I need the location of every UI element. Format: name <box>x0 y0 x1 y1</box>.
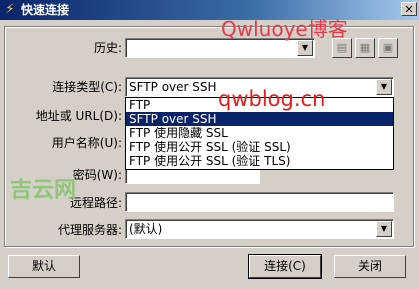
remote-path-field[interactable] <box>125 192 394 212</box>
connection-type-label: 连接类型(C): <box>52 80 122 94</box>
chevron-down-icon[interactable]: ▼ <box>297 40 313 56</box>
close-button[interactable]: 关闭 <box>334 255 406 278</box>
proxy-select[interactable]: (默认) ▼ <box>125 219 394 239</box>
connect-button[interactable]: 连接(C) <box>248 254 322 279</box>
history-delete-icon[interactable]: ▣ <box>378 38 398 58</box>
default-button[interactable]: 默认 <box>8 255 80 278</box>
username-label: 用户名称(U): <box>51 136 122 150</box>
blog-name-watermark: Qwluoye博客 <box>221 17 348 41</box>
site-logo-watermark: 吉云网 <box>10 178 77 203</box>
dropdown-option-sftp[interactable]: SFTP over SSH <box>126 112 393 126</box>
lightning-icon: ⚡ <box>5 2 15 17</box>
quick-connect-dialog: ⚡ 快速连接 ✕ 历史: ▼ ▤ ▦ ▣ 连接类型(C): SFTP over … <box>0 0 419 289</box>
address-label: 地址或 URL(D): <box>35 109 122 123</box>
blog-url-watermark: qwblog.cn <box>218 87 326 111</box>
chevron-down-icon[interactable]: ▼ <box>376 221 392 237</box>
connection-type-value: SFTP over SSH <box>129 80 217 94</box>
dropdown-option-ftp-explicit-tls[interactable]: FTP 使用公开 SSL (验证 TLS) <box>126 154 393 168</box>
proxy-value: (默认) <box>129 222 163 236</box>
dropdown-option-ftp-explicit-ssl[interactable]: FTP 使用公开 SSL (验证 SSL) <box>126 140 393 154</box>
title-bar[interactable]: ⚡ 快速连接 ✕ <box>0 0 419 20</box>
chevron-down-icon[interactable]: ▼ <box>376 79 392 95</box>
dropdown-option-ftp-implicit-ssl[interactable]: FTP 使用隐藏 SSL <box>126 126 393 140</box>
proxy-label: 代理服务器: <box>57 223 122 237</box>
window-title: 快速连接 <box>21 3 70 17</box>
history-edit-icon[interactable]: ▦ <box>355 38 375 58</box>
close-window-button[interactable]: ✕ <box>401 2 417 16</box>
history-label: 历史: <box>93 41 122 55</box>
